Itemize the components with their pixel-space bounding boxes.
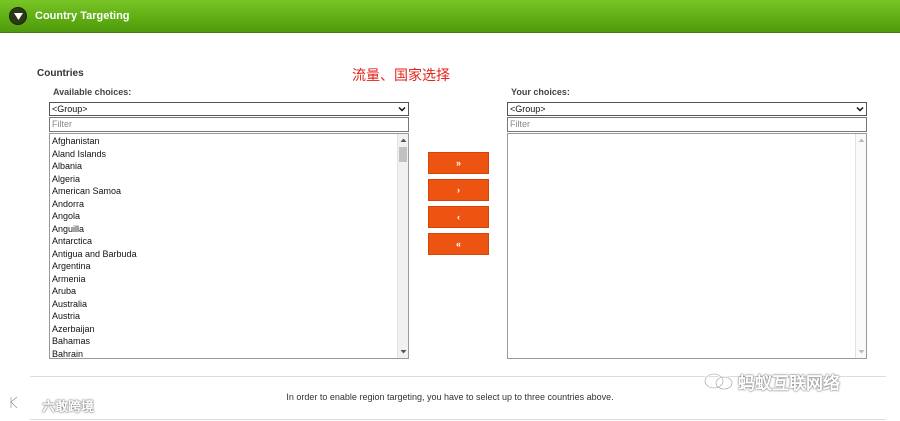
available-countries-list[interactable]: Afghanistan Aland Islands Albania Algeria Am… xyxy=(49,133,409,359)
country-option[interactable]: American Samoa xyxy=(52,185,137,198)
country-option[interactable]: Afghanistan xyxy=(52,135,137,148)
available-choices-label: Available choices: xyxy=(53,87,132,97)
country-option[interactable]: Austria xyxy=(52,310,137,323)
country-option[interactable]: Andorra xyxy=(52,198,137,211)
country-option[interactable]: Argentina xyxy=(52,260,137,273)
watermark-right: 蚂蚁互联网络 xyxy=(738,374,840,394)
scroll-down-icon[interactable] xyxy=(858,348,865,355)
country-option[interactable]: Algeria xyxy=(52,173,137,186)
scroll-down-icon[interactable] xyxy=(400,348,407,355)
chosen-filter-input[interactable]: Filter xyxy=(507,117,867,132)
remove-all-button[interactable]: « xyxy=(428,233,489,255)
chevron-down-icon xyxy=(398,106,406,112)
available-filter-input[interactable]: Filter xyxy=(49,117,409,132)
available-group-select[interactable]: <Group> xyxy=(49,102,409,116)
scroll-up-icon[interactable] xyxy=(858,137,865,144)
collapse-toggle-icon[interactable] xyxy=(9,7,27,25)
annotation-text: 流量、国家选择 xyxy=(352,68,450,84)
your-choices-label: Your choices: xyxy=(511,87,570,97)
country-option[interactable]: Armenia xyxy=(52,273,137,286)
available-items: Afghanistan Aland Islands Albania Algeria Am… xyxy=(52,135,137,359)
countries-label: Countries xyxy=(37,68,84,79)
panel-header[interactable]: Country Targeting xyxy=(0,0,900,33)
chosen-filter-placeholder: Filter xyxy=(510,119,530,129)
available-filter-placeholder: Filter xyxy=(52,119,72,129)
country-option[interactable]: Antigua and Barbuda xyxy=(52,248,137,261)
add-button[interactable]: › xyxy=(428,179,489,201)
country-option[interactable]: Bahrain xyxy=(52,348,137,359)
country-option[interactable]: Azerbaijan xyxy=(52,323,137,336)
watermark-right-logo-icon xyxy=(703,372,734,391)
available-scrollbar[interactable] xyxy=(397,134,408,358)
country-option[interactable]: Anguilla xyxy=(52,223,137,236)
watermark-left: 六敢跨境 xyxy=(42,400,95,415)
country-option[interactable]: Angola xyxy=(52,210,137,223)
watermark-left-logo-icon xyxy=(9,396,32,410)
country-option[interactable]: Australia xyxy=(52,298,137,311)
panel-title: Country Targeting xyxy=(35,10,130,22)
scroll-thumb[interactable] xyxy=(399,147,407,162)
country-option[interactable]: Antarctica xyxy=(52,235,137,248)
chosen-scrollbar[interactable] xyxy=(855,134,866,358)
chosen-group-select[interactable]: <Group> xyxy=(507,102,867,116)
divider-bottom xyxy=(30,419,886,420)
country-option[interactable]: Albania xyxy=(52,160,137,173)
country-option[interactable]: Bahamas xyxy=(52,335,137,348)
chosen-group-value: <Group> xyxy=(510,104,546,114)
chosen-countries-list[interactable] xyxy=(507,133,867,359)
available-group-value: <Group> xyxy=(52,104,88,114)
country-option[interactable]: Aruba xyxy=(52,285,137,298)
add-all-button[interactable]: » xyxy=(428,152,489,174)
country-option[interactable]: Aland Islands xyxy=(52,148,137,161)
remove-button[interactable]: ‹ xyxy=(428,206,489,228)
scroll-up-icon[interactable] xyxy=(400,137,407,144)
chevron-down-icon xyxy=(856,106,864,112)
